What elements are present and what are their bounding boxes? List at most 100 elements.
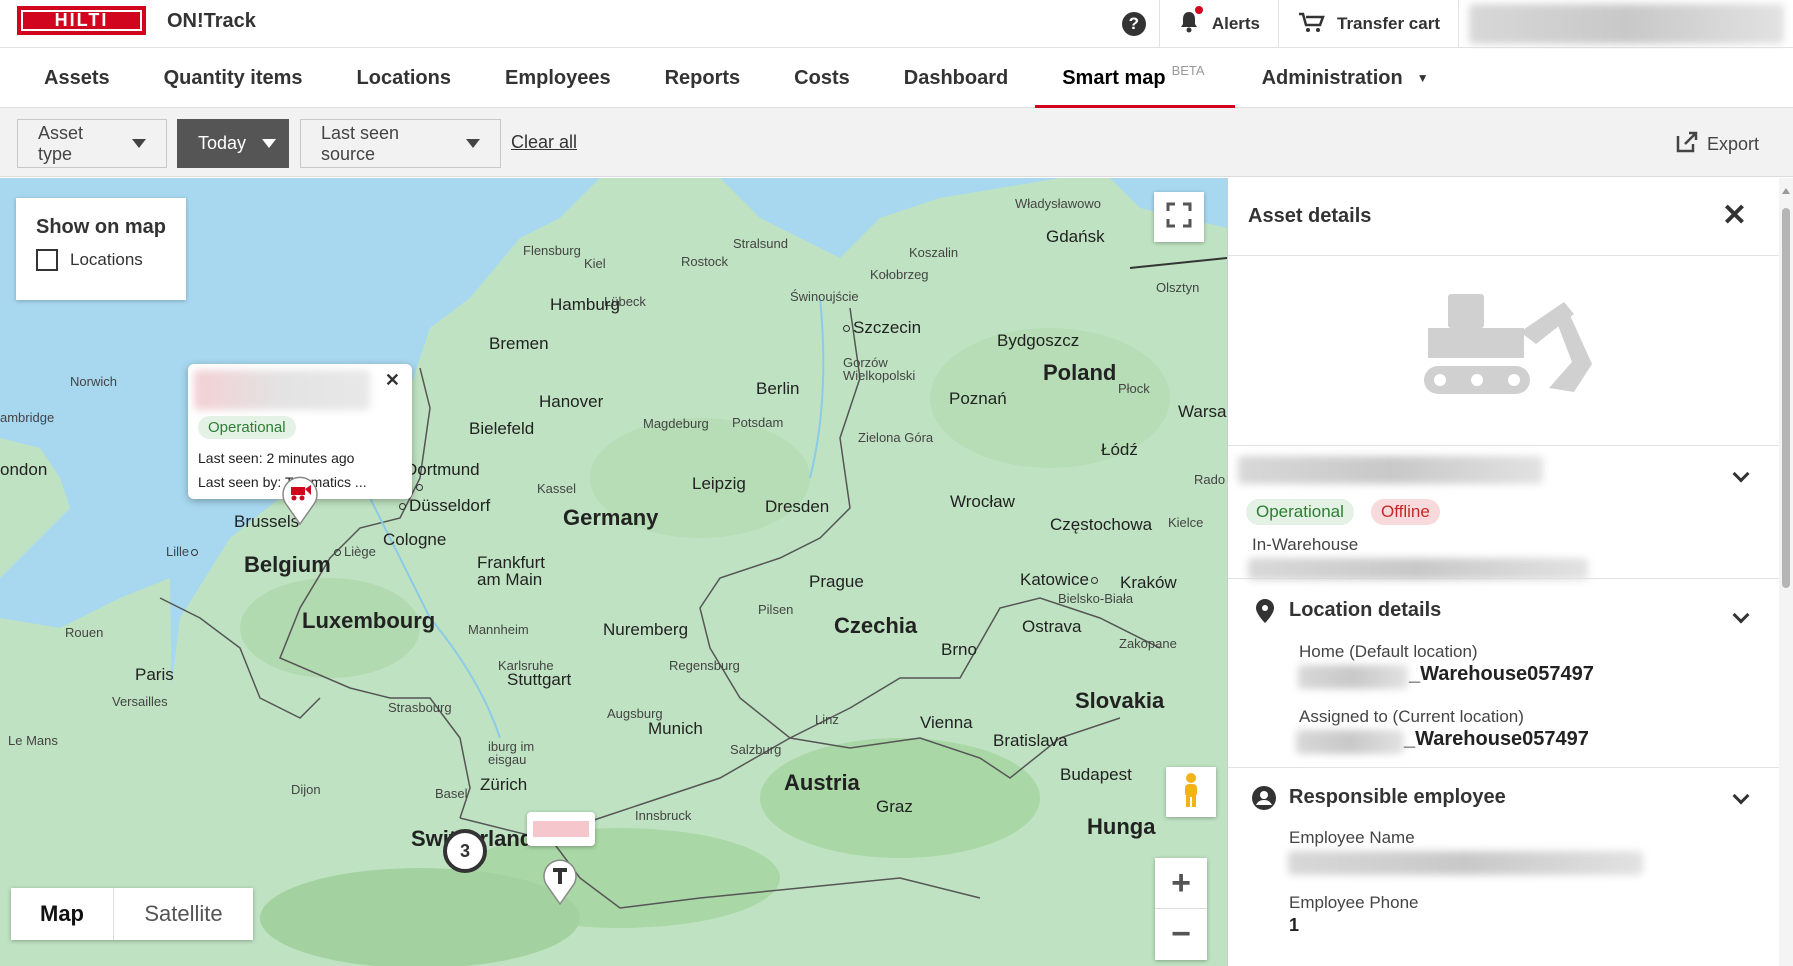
street-view-button[interactable] — [1166, 767, 1216, 817]
chevron-down-icon[interactable] — [1732, 787, 1750, 805]
asset-details-header: Asset details ✕ — [1228, 178, 1793, 256]
responsible-employee-section: Responsible employee Employee Name Emplo… — [1228, 768, 1793, 966]
city-label: Świnoujście — [790, 289, 859, 304]
transfer-cart-button[interactable]: Transfer cart — [1278, 0, 1458, 48]
location-pin-icon — [1256, 599, 1274, 628]
pegman-icon — [1180, 772, 1202, 813]
nav-costs[interactable]: Costs — [767, 49, 877, 108]
city-label: Bielsko-Biała — [1058, 591, 1134, 606]
panel-scrollbar[interactable] — [1779, 178, 1793, 966]
clear-all-link[interactable]: Clear all — [511, 132, 577, 153]
status-badge: Operational — [198, 416, 296, 439]
nav-administration[interactable]: Administration ▼ — [1235, 49, 1456, 108]
main-nav: Assets Quantity items Locations Employee… — [0, 49, 1793, 108]
city-label: Dresden — [765, 497, 830, 516]
popup-last-seen: Last seen: 2 minutes ago — [198, 450, 355, 466]
marker-cluster[interactable]: 3 — [443, 829, 487, 873]
alerts-label: Alerts — [1211, 14, 1260, 33]
city-label: Paris — [135, 665, 174, 684]
country-label: Poland — [1043, 360, 1117, 385]
city-label: Bratislava — [993, 731, 1068, 750]
map-type-satellite-button[interactable]: Satellite — [114, 888, 253, 940]
city-label: Kiel — [584, 256, 606, 271]
zoom-in-button[interactable]: + — [1155, 858, 1207, 909]
help-icon: ? — [1121, 12, 1146, 36]
in-warehouse-label: In-Warehouse — [1252, 535, 1359, 554]
app-name: ON!Track — [167, 10, 256, 32]
city-label: Brno — [941, 640, 977, 659]
asset-id-redacted — [1248, 558, 1588, 580]
employee-name-redacted — [1288, 851, 1643, 875]
scroll-up-icon[interactable] — [1782, 188, 1790, 194]
city-label: Płock — [1118, 381, 1150, 396]
top-bar: HILTI ON!Track ? Alerts Transfer cart — [0, 0, 1793, 48]
scrollbar-thumb[interactable] — [1782, 208, 1790, 588]
filter-bar: Asset type Today Last seen source Clear … — [0, 108, 1793, 177]
fullscreen-button[interactable] — [1154, 192, 1204, 242]
city-label: Olsztyn — [1156, 280, 1200, 295]
asset-label-redacted[interactable] — [527, 812, 595, 846]
location-details-title: Location details — [1289, 599, 1442, 621]
city-label: Dijon — [291, 782, 321, 797]
city-label: Rostock — [681, 254, 728, 269]
city-label: Munich — [648, 719, 703, 738]
city-label: Prague — [809, 572, 864, 591]
city-label: ondon — [0, 460, 48, 479]
fullscreen-icon — [1166, 202, 1192, 233]
city-label: Frankfurt am Main — [477, 553, 546, 589]
nav-smart-map[interactable]: Smart map BETA — [1035, 49, 1235, 108]
dropdown-arrow-icon — [466, 139, 480, 148]
nav-smart-map-label: Smart map — [1062, 66, 1166, 89]
status-offline-badge: Offline — [1371, 499, 1440, 525]
nav-dashboard[interactable]: Dashboard — [877, 49, 1035, 108]
chevron-down-icon[interactable] — [1732, 465, 1750, 483]
alert-indicator-dot — [1194, 5, 1203, 14]
location-details-section: Location details Home (Default location)… — [1228, 579, 1793, 768]
city-label: Gdańsk — [1046, 227, 1105, 246]
date-filter[interactable]: Today — [177, 119, 289, 168]
close-icon[interactable]: ✕ — [1722, 198, 1747, 233]
smart-map[interactable]: Flensburg Kiel Stralsund Rostock Lübeck … — [0, 178, 1227, 966]
city-label: Hamburg — [550, 295, 620, 314]
assigned-location-prefix-redacted — [1296, 730, 1404, 754]
locations-checkbox[interactable] — [36, 249, 58, 271]
city-label: Linz — [815, 712, 839, 727]
status-operational-badge: Operational — [1246, 499, 1354, 525]
map-type-map-button[interactable]: Map — [11, 888, 114, 940]
nav-locations[interactable]: Locations — [330, 49, 478, 108]
chevron-down-icon[interactable] — [1732, 606, 1750, 624]
nav-quantity-items[interactable]: Quantity items — [137, 49, 330, 108]
last-seen-source-filter[interactable]: Last seen source — [300, 119, 501, 168]
map-marker-icon[interactable] — [280, 472, 320, 531]
popup-close-icon[interactable]: ✕ — [385, 370, 400, 391]
home-location-prefix-redacted — [1298, 665, 1408, 689]
city-label: Nuremberg — [603, 620, 689, 639]
city-label: Budapest — [1060, 765, 1132, 784]
nav-employees[interactable]: Employees — [478, 49, 638, 108]
city-label: Mannheim — [468, 622, 529, 637]
user-menu[interactable] — [1458, 0, 1793, 48]
nav-assets[interactable]: Assets — [17, 49, 137, 108]
city-label: Poznań — [949, 389, 1007, 408]
city-label: Bremen — [489, 334, 549, 353]
export-label: Export — [1706, 134, 1759, 154]
city-label: Stuttgart — [507, 670, 572, 689]
country-label: Hunga — [1087, 814, 1156, 839]
employee-name-label: Employee Name — [1289, 828, 1415, 847]
show-on-map-title: Show on map — [36, 216, 166, 238]
city-label: iburg im eisgau — [488, 739, 535, 767]
city-label: Versailles — [112, 694, 168, 709]
asset-type-filter[interactable]: Asset type — [17, 119, 167, 168]
city-label: Łódź — [1101, 440, 1138, 459]
asset-name-redacted — [194, 370, 370, 410]
home-location-value: _Warehouse057497 — [1409, 663, 1594, 685]
locations-toggle[interactable]: Locations — [36, 249, 166, 271]
city-label: Rado — [1194, 472, 1226, 487]
export-button[interactable]: Export — [1675, 130, 1759, 159]
nav-reports[interactable]: Reports — [638, 49, 768, 108]
map-marker-icon[interactable] — [541, 854, 579, 911]
alerts-button[interactable]: Alerts — [1158, 0, 1278, 48]
hilti-logo[interactable]: HILTI — [17, 6, 146, 35]
help-button[interactable]: ? — [1109, 0, 1159, 48]
zoom-out-button[interactable]: − — [1155, 909, 1207, 960]
